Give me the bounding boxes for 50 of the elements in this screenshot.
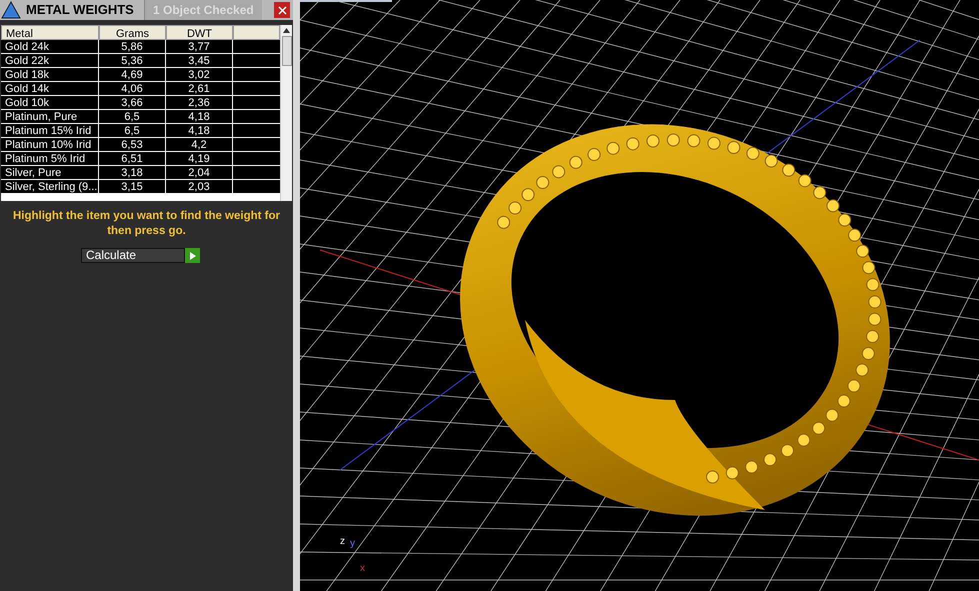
- table-cell: Platinum, Pure: [1, 110, 99, 123]
- table-cell: 6,5: [99, 110, 166, 123]
- table-cell: 3,45: [166, 54, 233, 67]
- axis-label: z: [340, 535, 345, 549]
- axis-label: x: [360, 562, 365, 576]
- table-cell: Platinum 15% Irid: [1, 124, 99, 137]
- table-cell: Silver, Sterling (9...: [1, 180, 99, 193]
- table-cell: 6,51: [99, 152, 166, 165]
- table-cell: Platinum 10% Irid: [1, 138, 99, 151]
- table-cell: 3,15: [99, 180, 166, 193]
- scrollbar-thumb[interactable]: [282, 36, 292, 66]
- axis-label: y: [350, 537, 355, 551]
- column-header[interactable]: Metal: [1, 25, 99, 40]
- table-cell: 2,36: [166, 96, 233, 109]
- panel-title: METAL WEIGHTS: [26, 1, 135, 20]
- scrollbar[interactable]: [280, 25, 292, 201]
- table-cell: 3,18: [99, 166, 166, 179]
- table-cell: Gold 22k: [1, 54, 99, 67]
- table-cell: Silver, Pure: [1, 166, 99, 179]
- cone-logo-icon: [0, 1, 22, 19]
- table-cell: 5,36: [99, 54, 166, 67]
- column-header[interactable]: DWT: [166, 25, 233, 40]
- table-cell: Gold 24k: [1, 40, 99, 53]
- table-cell: 6,53: [99, 138, 166, 151]
- table-cell: 4,06: [99, 82, 166, 95]
- table-cell: Platinum 5% Irid: [1, 152, 99, 165]
- table-cell: 3,02: [166, 68, 233, 81]
- table-cell: Gold 14k: [1, 82, 99, 95]
- close-icon: [278, 6, 286, 14]
- table-cell: 2,03: [166, 180, 233, 193]
- scroll-up-icon[interactable]: [283, 28, 290, 33]
- table-cell: 4,18: [166, 124, 233, 137]
- calculate-dropdown[interactable]: Calculate: [81, 248, 185, 263]
- table-cell: 4,69: [99, 68, 166, 81]
- play-icon: [190, 252, 196, 260]
- table-cell: 5,86: [99, 40, 166, 53]
- table-cell: 2,61: [166, 82, 233, 95]
- table-cell: 2,04: [166, 166, 233, 179]
- table-cell: 6,5: [99, 124, 166, 137]
- table-cell: 3,66: [99, 96, 166, 109]
- instruction-text: Highlight the item you want to find the weight for then press go.: [12, 209, 282, 239]
- table-cell: 4,18: [166, 110, 233, 123]
- table-cell: 4,2: [166, 138, 233, 151]
- table-cell: 4,19: [166, 152, 233, 165]
- go-button[interactable]: [185, 248, 200, 263]
- table-cell: 3,77: [166, 40, 233, 53]
- close-button[interactable]: [274, 2, 290, 18]
- column-header[interactable]: Grams: [99, 25, 166, 40]
- table-cell: Gold 18k: [1, 68, 99, 81]
- table-cell: Gold 10k: [1, 96, 99, 109]
